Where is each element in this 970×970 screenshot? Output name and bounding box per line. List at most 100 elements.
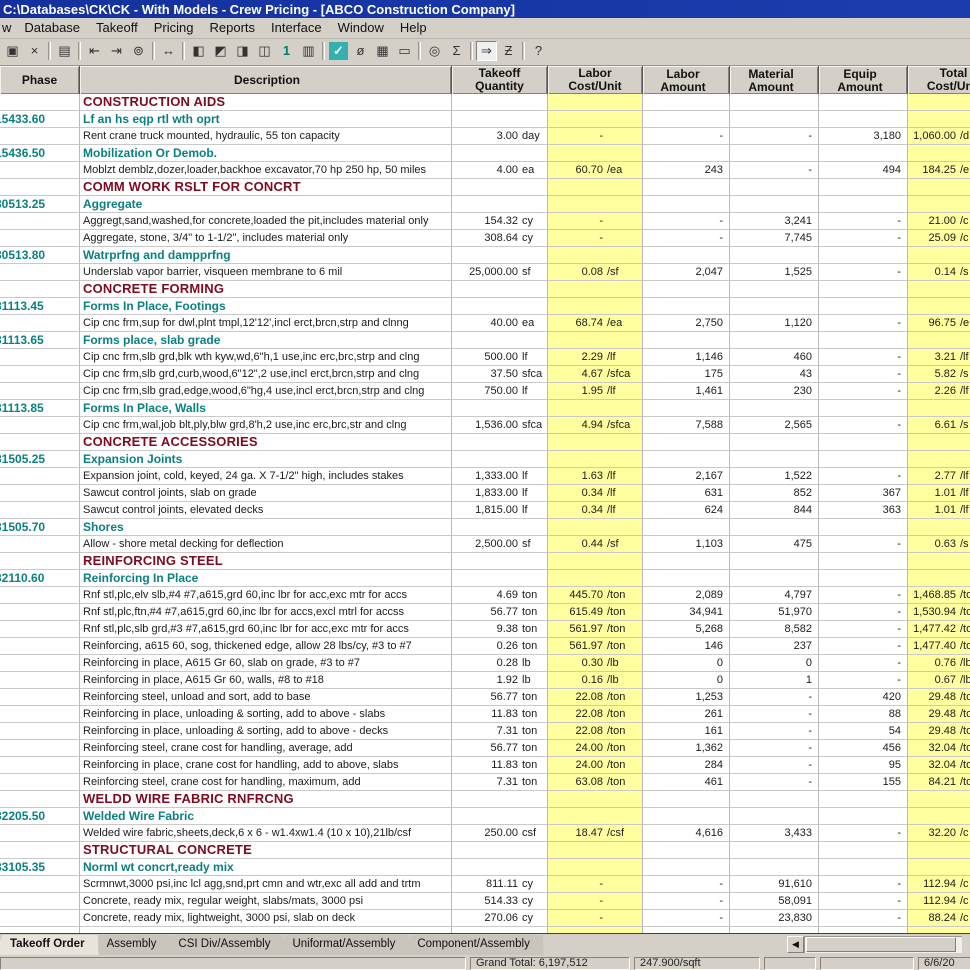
description-cell[interactable]: Norml wt concrt,ready mix <box>80 859 452 876</box>
description-cell[interactable]: Concrete, ready mix, lightweight, 3000 p… <box>80 910 452 927</box>
phase-cell[interactable] <box>0 638 80 655</box>
labor-amount-cell[interactable]: 1,146 <box>643 349 730 366</box>
phase-cell[interactable] <box>0 281 80 298</box>
labor-cost-unit-cell[interactable]: 0.08/sf <box>548 264 643 281</box>
total-cost-unit-cell[interactable] <box>908 434 970 451</box>
equip-amount-cell[interactable]: 3,180 <box>819 128 908 145</box>
labor-cost-unit-cell[interactable]: 2.29/lf <box>548 349 643 366</box>
description-cell[interactable]: Rnf stl,plc,elv slb,#4 #7,a615,grd 60,in… <box>80 587 452 604</box>
phase-cell[interactable] <box>0 264 80 281</box>
outdent-icon[interactable]: ⇤ <box>84 41 105 61</box>
material-amount-cell[interactable]: 7,745 <box>730 230 819 247</box>
header-cell-phase[interactable]: Phase <box>0 66 80 94</box>
material-amount-cell[interactable]: 8,582 <box>730 621 819 638</box>
labor-cost-unit-cell[interactable]: 4.67/sfca <box>548 366 643 383</box>
total-cost-unit-cell[interactable]: 88.24/c <box>908 910 970 927</box>
labor-cost-unit-cell[interactable] <box>548 145 643 162</box>
menu-item-w[interactable]: w <box>0 18 16 38</box>
labor-amount-cell[interactable]: 1,103 <box>643 536 730 553</box>
labor-amount-cell[interactable]: 5,268 <box>643 621 730 638</box>
labor-amount-cell[interactable] <box>643 179 730 196</box>
takeoff-quantity-cell[interactable] <box>452 145 548 162</box>
takeoff-quantity-cell[interactable]: 56.77ton <box>452 604 548 621</box>
labor-cost-unit-cell[interactable] <box>548 111 643 128</box>
description-cell[interactable]: WELDD WIRE FABRIC RNFRCNG <box>80 791 452 808</box>
takeoff-quantity-cell[interactable]: 7.31ton <box>452 723 548 740</box>
total-cost-unit-cell[interactable] <box>908 145 970 162</box>
phase-cell[interactable] <box>0 791 80 808</box>
equip-amount-cell[interactable]: 155 <box>819 774 908 791</box>
material-amount-cell[interactable] <box>730 94 819 111</box>
paste-icon[interactable]: ▣ <box>2 41 23 61</box>
labor-amount-cell[interactable]: 4,616 <box>643 825 730 842</box>
description-cell[interactable]: Scrmnwt,3000 psi,inc lcl agg,snd,prt cmn… <box>80 876 452 893</box>
phase-cell[interactable]: 31113.85 <box>0 400 80 417</box>
takeoff-quantity-cell[interactable] <box>452 179 548 196</box>
phase-cell[interactable]: 31505.25 <box>0 451 80 468</box>
description-cell[interactable]: Moblzt demblz,dozer,loader,backhoe excav… <box>80 162 452 179</box>
phase-cell[interactable] <box>0 536 80 553</box>
equip-amount-cell[interactable]: - <box>819 349 908 366</box>
labor-amount-cell[interactable] <box>643 434 730 451</box>
delete-icon[interactable]: × <box>24 41 45 61</box>
phase-cell[interactable] <box>0 417 80 434</box>
total-cost-unit-cell[interactable]: 29.48/to <box>908 723 970 740</box>
equip-amount-cell[interactable] <box>819 519 908 536</box>
total-cost-unit-cell[interactable]: 1,468.85/to <box>908 587 970 604</box>
labor-amount-cell[interactable]: - <box>643 893 730 910</box>
total-cost-unit-cell[interactable] <box>908 791 970 808</box>
total-cost-unit-cell[interactable]: 96.75/e <box>908 315 970 332</box>
description-cell[interactable]: Sawcut control joints, slab on grade <box>80 485 452 502</box>
description-cell[interactable]: Shores <box>80 519 452 536</box>
total-cost-unit-cell[interactable] <box>908 332 970 349</box>
phase-cell[interactable] <box>0 893 80 910</box>
phase-cell[interactable] <box>0 842 80 859</box>
description-cell[interactable]: Cip cnc frm,sup for dwl,plnt tmpl,12'12'… <box>80 315 452 332</box>
total-cost-unit-cell[interactable] <box>908 179 970 196</box>
total-cost-unit-cell[interactable]: 1.01/lf <box>908 485 970 502</box>
total-cost-unit-cell[interactable]: 2.77/lf <box>908 468 970 485</box>
takeoff-quantity-cell[interactable] <box>452 519 548 536</box>
labor-amount-cell[interactable]: - <box>643 876 730 893</box>
find-binoculars-icon[interactable]: ⊚ <box>128 41 149 61</box>
phase-cell[interactable]: 15436.50 <box>0 145 80 162</box>
insert-column-icon[interactable]: ◫ <box>254 41 275 61</box>
equip-amount-cell[interactable]: 363 <box>819 502 908 519</box>
labor-cost-unit-cell[interactable]: 24.00/ton <box>548 740 643 757</box>
menu-item-takeoff[interactable]: Takeoff <box>88 18 146 38</box>
takeoff-quantity-cell[interactable]: 25,000.00sf <box>452 264 548 281</box>
total-cost-unit-cell[interactable]: 29.48/to <box>908 689 970 706</box>
equip-amount-cell[interactable] <box>819 145 908 162</box>
labor-amount-cell[interactable]: - <box>643 128 730 145</box>
material-amount-cell[interactable]: 1,522 <box>730 468 819 485</box>
labor-amount-cell[interactable]: 2,047 <box>643 264 730 281</box>
material-amount-cell[interactable] <box>730 111 819 128</box>
equip-amount-cell[interactable]: - <box>819 587 908 604</box>
takeoff-quantity-cell[interactable]: 40.00ea <box>452 315 548 332</box>
labor-cost-unit-cell[interactable] <box>548 553 643 570</box>
labor-amount-cell[interactable]: 624 <box>643 502 730 519</box>
phase-cell[interactable] <box>0 230 80 247</box>
labor-amount-cell[interactable] <box>643 247 730 264</box>
phase-cell[interactable] <box>0 366 80 383</box>
phase-cell[interactable] <box>0 774 80 791</box>
equip-amount-cell[interactable]: - <box>819 315 908 332</box>
equip-amount-cell[interactable] <box>819 451 908 468</box>
takeoff-quantity-cell[interactable]: 2,500.00sf <box>452 536 548 553</box>
takeoff-quantity-cell[interactable] <box>452 451 548 468</box>
takeoff-quantity-cell[interactable]: 11.83ton <box>452 757 548 774</box>
labor-cost-unit-cell[interactable]: - <box>548 128 643 145</box>
takeoff-quantity-cell[interactable] <box>452 859 548 876</box>
equip-amount-cell[interactable]: - <box>819 536 908 553</box>
phase-cell[interactable]: 32110.60 <box>0 570 80 587</box>
header-cell-equip[interactable]: EquipAmount <box>819 66 908 94</box>
labor-amount-cell[interactable]: 243 <box>643 162 730 179</box>
material-amount-cell[interactable]: 475 <box>730 536 819 553</box>
labor-cost-unit-cell[interactable]: - <box>548 910 643 927</box>
description-cell[interactable]: STRUCTURAL CONCRETE <box>80 842 452 859</box>
description-cell[interactable]: COMM WORK RSLT FOR CONCRT <box>80 179 452 196</box>
equip-amount-cell[interactable]: - <box>819 383 908 400</box>
tab-assembly[interactable]: Assembly <box>91 935 171 955</box>
labor-amount-cell[interactable]: 1,362 <box>643 740 730 757</box>
labor-cost-unit-cell[interactable]: - <box>548 876 643 893</box>
